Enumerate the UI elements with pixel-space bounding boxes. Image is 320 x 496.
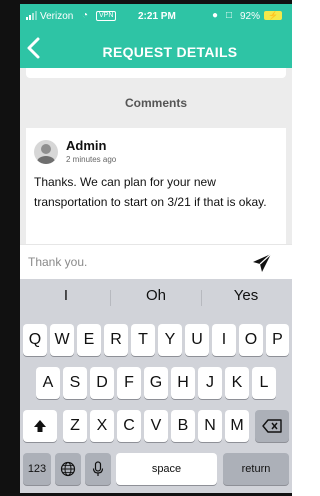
comment-card: Admin 2 minutes ago Thanks. We can plan … [26, 128, 286, 244]
details-card [26, 68, 286, 78]
suggestion-divider [201, 290, 202, 306]
app-screen: Verizon ◔ VPN 2:21 PM ● □ 92% ⚡ REQUEST … [20, 4, 292, 493]
comment-input-bar [20, 244, 292, 279]
key-p[interactable]: P [266, 324, 289, 356]
return-key[interactable]: return [223, 453, 289, 485]
key-b[interactable]: B [171, 410, 195, 442]
keyboard: I Oh Yes Q W E R T Y U I O P A S D F G H [20, 279, 292, 493]
comment-author: Admin [66, 138, 107, 153]
user-icon [37, 144, 55, 164]
key-g[interactable]: G [144, 367, 168, 399]
key-j[interactable]: J [198, 367, 222, 399]
key-z[interactable]: Z [63, 410, 87, 442]
screen-mirror-icon: □ [226, 10, 233, 21]
back-button[interactable] [26, 36, 50, 64]
space-key[interactable]: space [116, 453, 217, 485]
dictation-key[interactable] [85, 453, 111, 485]
key-i[interactable]: I [212, 324, 236, 356]
key-q[interactable]: Q [23, 324, 47, 356]
suggestion-divider [110, 290, 111, 306]
suggestion-item[interactable]: Yes [206, 287, 286, 304]
key-d[interactable]: D [90, 367, 114, 399]
key-l[interactable]: L [252, 367, 276, 399]
key-x[interactable]: X [90, 410, 114, 442]
key-r[interactable]: R [104, 324, 128, 356]
shift-key[interactable] [23, 410, 57, 442]
suggestion-bar: I Oh Yes [20, 279, 292, 315]
vpn-badge: VPN [96, 11, 117, 21]
globe-icon [60, 461, 76, 476]
shift-icon [34, 419, 46, 432]
key-v[interactable]: V [144, 410, 168, 442]
suggestion-item[interactable]: I [26, 287, 106, 304]
comment-time: 2 minutes ago [66, 155, 117, 164]
top-bar: Verizon ◔ VPN 2:21 PM ● □ 92% ⚡ REQUEST … [20, 4, 292, 68]
content-area: Comments Admin 2 minutes ago Thanks. We … [20, 68, 292, 244]
globe-key[interactable] [55, 453, 81, 485]
microphone-icon [92, 461, 104, 476]
key-y[interactable]: Y [158, 324, 182, 356]
send-icon[interactable] [252, 253, 272, 273]
page-title: REQUEST DETAILS [102, 44, 238, 60]
phone-frame: Verizon ◔ VPN 2:21 PM ● □ 92% ⚡ REQUEST … [0, 0, 292, 496]
battery-percent: 92% [240, 11, 261, 22]
avatar [34, 140, 58, 164]
comments-heading: Comments [124, 96, 187, 110]
key-a[interactable]: A [36, 367, 60, 399]
backspace-icon [262, 419, 282, 433]
wifi-icon: ◔ [82, 10, 89, 21]
key-n[interactable]: N [198, 410, 222, 442]
key-o[interactable]: O [239, 324, 263, 356]
key-m[interactable]: M [225, 410, 249, 442]
battery-icon: ⚡ [264, 11, 282, 20]
comment-text: Thanks. We can plan for your new transpo… [34, 175, 267, 209]
key-c[interactable]: C [117, 410, 141, 442]
key-w[interactable]: W [50, 324, 74, 356]
key-s[interactable]: S [63, 367, 87, 399]
chevron-left-icon [27, 37, 40, 59]
key-h[interactable]: H [171, 367, 195, 399]
status-time: 2:21 PM [138, 11, 176, 22]
comment-input[interactable] [28, 251, 244, 273]
key-f[interactable]: F [117, 367, 141, 399]
signal-icon [26, 11, 37, 20]
key-k[interactable]: K [225, 367, 249, 399]
key-u[interactable]: U [185, 324, 209, 356]
key-e[interactable]: E [77, 324, 101, 356]
carrier-name: Verizon [40, 11, 74, 22]
key-t[interactable]: T [131, 324, 155, 356]
backspace-key[interactable] [255, 410, 289, 442]
numbers-key[interactable]: 123 [23, 453, 51, 485]
suggestion-item[interactable]: Oh [116, 287, 196, 304]
status-bar: Verizon ◔ VPN 2:21 PM ● □ 92% ⚡ [20, 4, 292, 28]
alarm-icon: ● [212, 10, 219, 21]
